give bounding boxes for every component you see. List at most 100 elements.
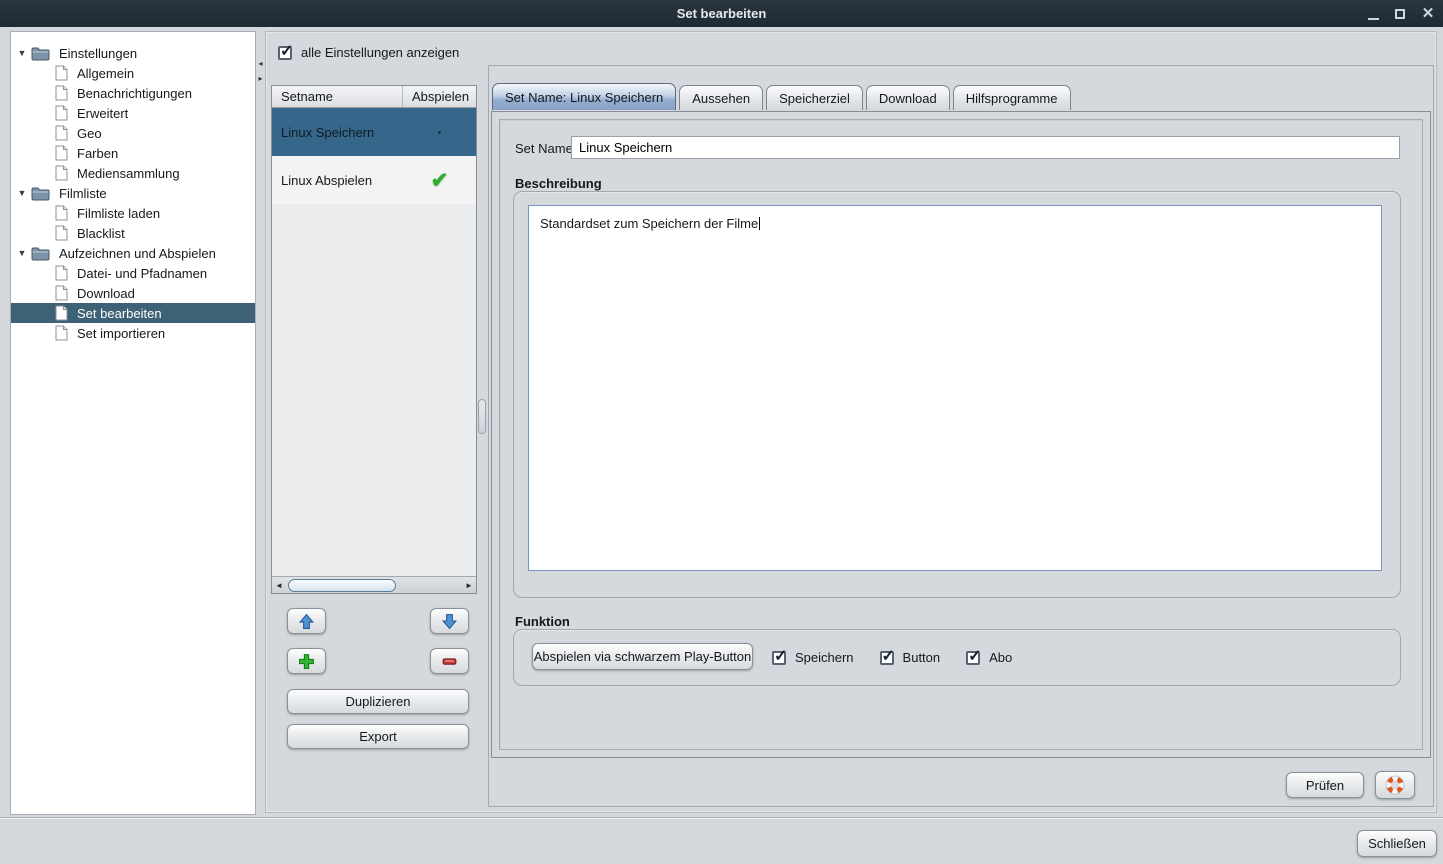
sidebar-item-farben[interactable]: Farben [11, 143, 255, 163]
sidebar-item-datei-und-pfadnamen[interactable]: Datei- und Pfadnamen [11, 263, 255, 283]
tab-aussehen[interactable]: Aussehen [679, 85, 763, 110]
sidebar-splitter[interactable]: ◂ ▸ [256, 60, 265, 83]
title-bar: Set bearbeiten ✕ [0, 0, 1443, 27]
show-all-checkbox[interactable]: ✓ [278, 46, 292, 60]
file-icon [55, 305, 68, 321]
sidebar-item-download[interactable]: Download [11, 283, 255, 303]
sidebar-item-mediensammlung[interactable]: Mediensammlung [11, 163, 255, 183]
lifebuoy-icon [1385, 775, 1405, 795]
function-checkboxes: ✓Speichern ✓Button ✓Abo [772, 630, 1012, 685]
sidebar-item-label: Allgemein [77, 66, 134, 81]
expand-arrow-icon[interactable]: ▼ [17, 248, 27, 258]
tab-bar: Set Name: Linux SpeichernAussehenSpeiche… [492, 85, 1071, 110]
set-table-header: Setname Abspielen [272, 86, 476, 108]
sidebar-item-label: Filmliste [59, 186, 107, 201]
column-header-abspielen[interactable]: Abspielen [403, 86, 476, 107]
description-textarea[interactable]: Standardset zum Speichern der Filme [528, 205, 1382, 571]
sidebar-item-erweitert[interactable]: Erweitert [11, 103, 255, 123]
description-label: Beschreibung [515, 176, 602, 191]
description-groupbox: Standardset zum Speichern der Filme [513, 191, 1401, 598]
tab-speicherziel[interactable]: Speicherziel [766, 85, 863, 110]
abspielen-cell [403, 131, 476, 134]
collapse-right-icon[interactable]: ▸ [258, 75, 262, 83]
column-header-setname[interactable]: Setname [272, 86, 403, 107]
set-name-cell: Linux Speichern [272, 125, 403, 140]
green-check-icon: ✔ [431, 170, 449, 191]
file-icon [55, 225, 68, 241]
tab-download[interactable]: Download [866, 85, 950, 110]
set-table: Setname Abspielen Linux Speichern Linux A… [271, 85, 477, 594]
expand-arrow-icon[interactable]: ▼ [17, 188, 27, 198]
minimize-icon[interactable] [1368, 7, 1379, 20]
sidebar-item-blacklist[interactable]: Blacklist [11, 223, 255, 243]
description-text: Standardset zum Speichern der Filme [540, 216, 758, 231]
scrollbar-thumb[interactable] [288, 579, 396, 592]
show-all-settings[interactable]: ✓ alle Einstellungen anzeigen [278, 45, 459, 60]
duplicate-button[interactable]: Duplizieren [287, 689, 469, 714]
tab-set-name-linux-speichern[interactable]: Set Name: Linux Speichern [492, 83, 676, 110]
close-icon[interactable]: ✕ [1421, 0, 1435, 27]
sidebar-item-geo[interactable]: Geo [11, 123, 255, 143]
checkbox[interactable]: ✓ [772, 651, 786, 665]
tab-hilfsprogramme[interactable]: Hilfsprogramme [953, 85, 1071, 110]
sidebar-item-filmliste-laden[interactable]: Filmliste laden [11, 203, 255, 223]
close-dialog-button[interactable]: Schließen [1357, 830, 1437, 857]
function-checkbox-button[interactable]: ✓Button [880, 650, 941, 665]
sidebar-item-set-bearbeiten[interactable]: Set bearbeiten [11, 303, 255, 323]
sidebar-item-label: Geo [77, 126, 102, 141]
help-button[interactable] [1375, 771, 1415, 799]
expand-arrow-icon[interactable]: ▼ [17, 48, 27, 58]
move-up-button[interactable] [287, 608, 326, 634]
move-down-button[interactable] [430, 608, 469, 634]
checkmark-icon: ✓ [774, 646, 787, 666]
scroll-left-icon[interactable]: ◄ [272, 581, 286, 590]
minus-icon [441, 653, 458, 670]
table-row-linux-speichern[interactable]: Linux Speichern [272, 108, 476, 156]
checkbox[interactable]: ✓ [966, 651, 980, 665]
sidebar-item-benachrichtigungen[interactable]: Benachrichtigungen [11, 83, 255, 103]
abspielen-cell: ✔ [403, 170, 476, 191]
horizontal-scrollbar[interactable]: ◄ ► [272, 576, 476, 593]
set-table-empty-area [272, 204, 476, 576]
folder-icon [31, 246, 50, 261]
file-icon [55, 145, 68, 161]
export-button[interactable]: Export [287, 724, 469, 749]
collapse-left-icon[interactable]: ◂ [258, 60, 262, 68]
folder-icon [31, 186, 50, 201]
set-table-body: Linux Speichern Linux Abspielen ✔ [272, 108, 476, 204]
scroll-right-icon[interactable]: ► [462, 581, 476, 590]
check-button[interactable]: Prüfen [1286, 772, 1364, 798]
file-icon [55, 285, 68, 301]
sidebar-item-set-importieren[interactable]: Set importieren [11, 323, 255, 343]
text-caret [759, 217, 760, 230]
arrow-down-icon [441, 613, 458, 630]
sidebar-item-label: Blacklist [77, 226, 125, 241]
window-title: Set bearbeiten [677, 6, 767, 21]
set-name-cell: Linux Abspielen [272, 173, 403, 188]
file-icon [55, 65, 68, 81]
remove-set-button[interactable] [430, 648, 469, 674]
sidebar-item-filmliste[interactable]: ▼ Filmliste [11, 183, 255, 203]
table-row-linux-abspielen[interactable]: Linux Abspielen ✔ [272, 156, 476, 204]
table-splitter-handle[interactable] [478, 399, 486, 434]
sidebar-item-label: Set importieren [77, 326, 165, 341]
sidebar-item-aufzeichnen-und-abspielen[interactable]: ▼ Aufzeichnen und Abspielen [11, 243, 255, 263]
checkbox[interactable]: ✓ [880, 651, 894, 665]
function-checkbox-abo[interactable]: ✓Abo [966, 650, 1012, 665]
function-checkbox-speichern[interactable]: ✓Speichern [772, 650, 854, 665]
sidebar-item-allgemein[interactable]: Allgemein [11, 63, 255, 83]
maximize-icon[interactable] [1395, 9, 1405, 19]
sidebar-item-label: Aufzeichnen und Abspielen [59, 246, 216, 261]
set-name-input[interactable] [571, 136, 1400, 159]
file-icon [55, 205, 68, 221]
add-set-button[interactable] [287, 648, 326, 674]
play-mode-button[interactable]: Abspielen via schwarzem Play-Button [532, 643, 753, 670]
sidebar-tree: ▼Einstellungen Allgemein Benachrichtigunge… [11, 32, 255, 343]
settings-sidebar: ▼Einstellungen Allgemein Benachrichtigunge… [10, 31, 256, 815]
window-controls: ✕ [1368, 0, 1435, 27]
sidebar-item-einstellungen[interactable]: ▼Einstellungen [11, 43, 255, 63]
tab-content-inner: Set Name: Beschreibung Standardset zum S… [499, 119, 1423, 750]
checkmark-icon: ✓ [280, 41, 293, 61]
folder-icon [31, 46, 50, 61]
function-label: Funktion [515, 614, 570, 629]
